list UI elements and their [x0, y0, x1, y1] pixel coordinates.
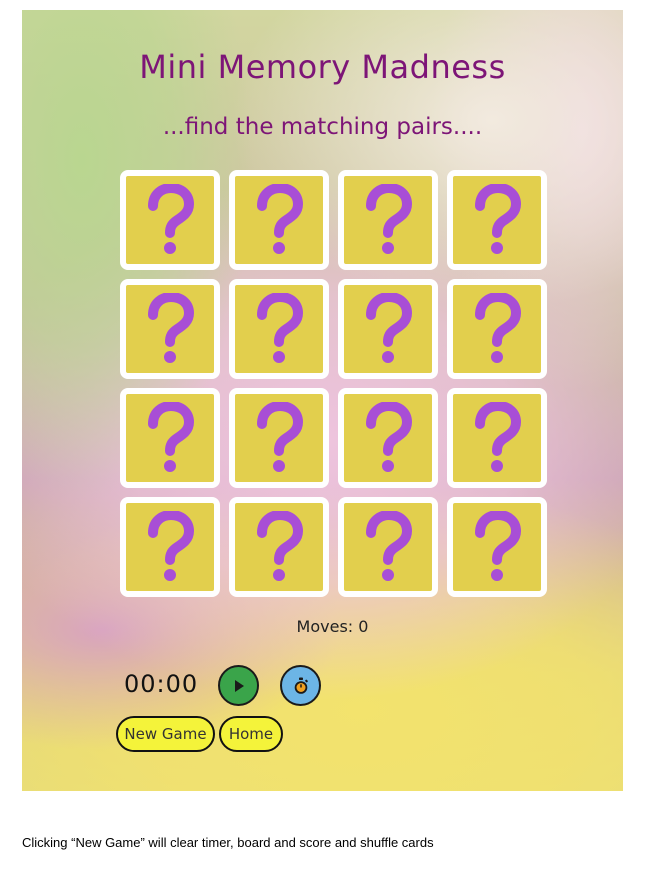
memory-card[interactable] — [447, 388, 547, 488]
page-subtitle: ...find the matching pairs.... — [162, 114, 483, 140]
question-mark-icon — [257, 184, 303, 254]
question-mark-icon — [366, 511, 412, 581]
timer-display: 00:00 — [124, 670, 199, 698]
memory-card[interactable] — [447, 170, 547, 270]
memory-card[interactable] — [120, 388, 220, 488]
memory-card[interactable] — [120, 170, 220, 270]
question-mark-icon — [148, 184, 194, 254]
memory-card[interactable] — [447, 279, 547, 379]
memory-card[interactable] — [229, 497, 329, 597]
question-mark-icon — [475, 184, 521, 254]
play-icon — [234, 679, 244, 692]
memory-card[interactable] — [229, 170, 329, 270]
memory-card[interactable] — [338, 497, 438, 597]
question-mark-icon — [475, 402, 521, 472]
question-mark-icon — [366, 293, 412, 363]
caption-text: Clicking “New Game” will clear timer, bo… — [22, 835, 434, 850]
memory-card[interactable] — [120, 279, 220, 379]
memory-card[interactable] — [120, 497, 220, 597]
memory-card[interactable] — [447, 497, 547, 597]
stopwatch-button[interactable] — [280, 665, 321, 706]
memory-card[interactable] — [338, 279, 438, 379]
new-game-button[interactable]: New Game — [116, 716, 215, 752]
game-screen: Mini Memory Madness ...find the matching… — [22, 10, 623, 791]
question-mark-icon — [366, 184, 412, 254]
question-mark-icon — [148, 402, 194, 472]
moves-counter: Moves: 0 — [296, 617, 369, 636]
home-button[interactable]: Home — [219, 716, 283, 752]
stopwatch-icon — [294, 677, 308, 694]
memory-card[interactable] — [229, 388, 329, 488]
question-mark-icon — [257, 293, 303, 363]
question-mark-icon — [257, 402, 303, 472]
question-mark-icon — [257, 511, 303, 581]
question-mark-icon — [148, 511, 194, 581]
question-mark-icon — [148, 293, 194, 363]
page-title: Mini Memory Madness — [139, 48, 506, 86]
card-grid — [120, 170, 547, 597]
memory-card[interactable] — [229, 279, 329, 379]
question-mark-icon — [366, 402, 412, 472]
play-button[interactable] — [218, 665, 259, 706]
question-mark-icon — [475, 511, 521, 581]
question-mark-icon — [475, 293, 521, 363]
memory-card[interactable] — [338, 170, 438, 270]
memory-card[interactable] — [338, 388, 438, 488]
